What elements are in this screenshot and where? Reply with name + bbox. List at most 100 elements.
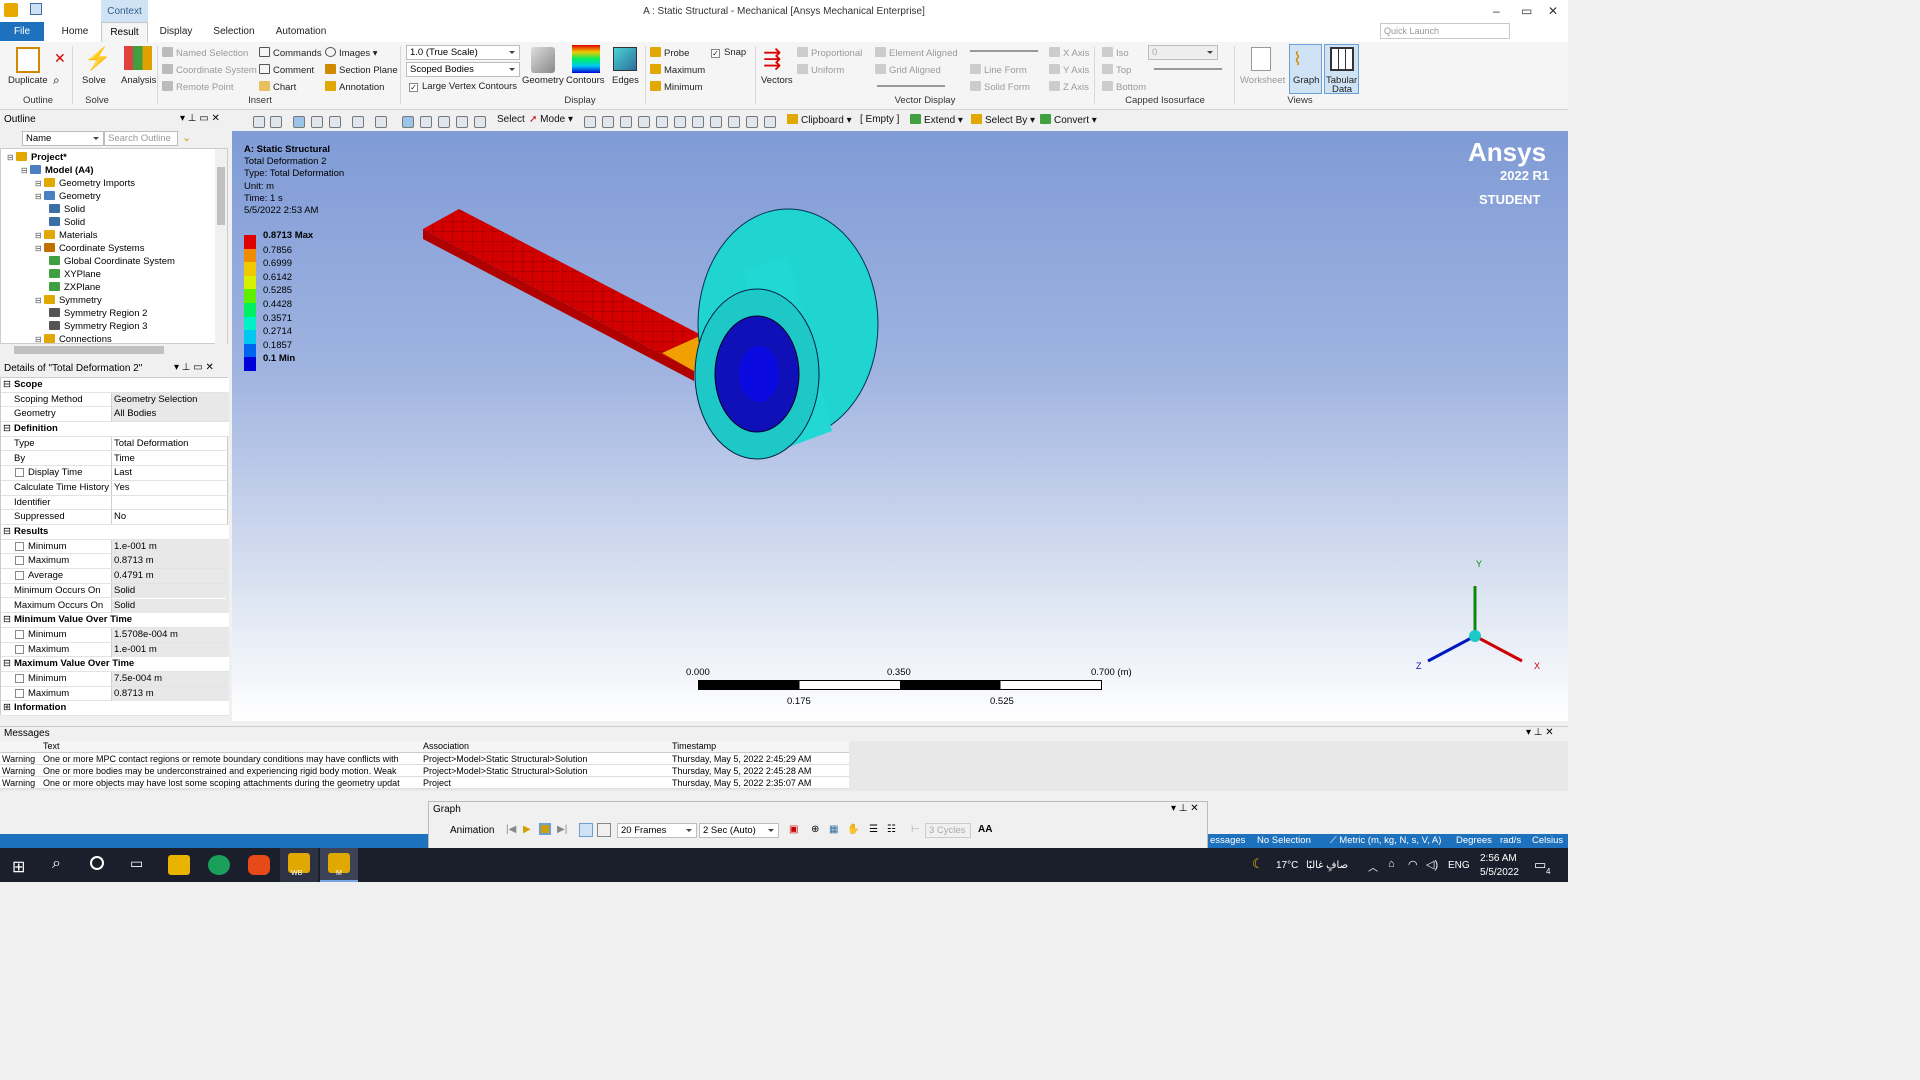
details-value[interactable]: Solid — [111, 598, 229, 613]
pin-icon[interactable]: ▾ ⊥ ✕ — [1526, 727, 1554, 738]
body-select-icon[interactable] — [293, 116, 305, 128]
quick-launch-input[interactable]: Quick Launch — [1380, 23, 1510, 39]
parameter-checkbox[interactable] — [15, 688, 24, 698]
duplicate-button[interactable]: Duplicate — [8, 75, 48, 86]
play-icon[interactable]: ▶ — [523, 824, 531, 835]
details-row[interactable]: Maximum 0.8713 m — [1, 554, 229, 570]
proportional-button[interactable]: Proportional — [797, 47, 862, 59]
tab-automation[interactable]: Automation — [270, 22, 332, 42]
antialias-toggle[interactable]: AA — [978, 824, 992, 835]
zoom-in-icon[interactable] — [270, 116, 282, 128]
details-value[interactable]: 0.4791 m — [111, 569, 229, 584]
details-row[interactable]: By Time — [1, 451, 229, 467]
isosurface-slider[interactable] — [1154, 68, 1222, 70]
tab-display[interactable]: Display — [155, 22, 197, 42]
expand-collapse-icon[interactable]: ⊟ — [3, 378, 11, 392]
contours-button[interactable]: Contours — [566, 75, 605, 86]
outline-tree-item[interactable]: ⊟ Geometry Imports — [35, 178, 135, 189]
distributed-frames-icon[interactable] — [579, 823, 593, 837]
details-row[interactable]: Type Total Deformation — [1, 436, 229, 452]
outline-tree-item[interactable]: ZXPlane — [49, 282, 100, 293]
details-section-header[interactable]: ⊟ Minimum Value Over Time — [1, 613, 229, 628]
cortana-icon[interactable] — [90, 856, 104, 870]
details-section-header[interactable]: ⊟ Results — [1, 525, 229, 540]
zoom-icon[interactable] — [420, 116, 432, 128]
pin-icon[interactable]: ▾ ⊥ ▭ ✕ — [180, 113, 220, 124]
edge-select-icon[interactable] — [329, 116, 341, 128]
uniform-button[interactable]: Uniform — [797, 64, 844, 76]
details-row[interactable]: Average 0.4791 m — [1, 569, 229, 584]
stop-icon[interactable] — [539, 823, 551, 835]
details-value[interactable]: All Bodies — [111, 407, 229, 422]
expand-collapse-icon[interactable]: ⊟ — [3, 613, 11, 627]
commands-button[interactable]: Commands — [259, 47, 322, 59]
status-degrees[interactable]: Degrees — [1456, 835, 1492, 846]
details-value[interactable]: Geometry Selection — [111, 392, 229, 407]
outline-tree-item[interactable]: ⊟ Project* — [7, 152, 67, 163]
outline-tree-item[interactable]: Solid — [49, 217, 85, 228]
maximum-button[interactable]: Maximum — [650, 64, 705, 76]
iso-button[interactable]: Iso — [1102, 47, 1129, 59]
frames-select[interactable]: 20 Frames — [617, 823, 697, 838]
outline-hscroll-thumb[interactable] — [14, 346, 164, 354]
pin-icon[interactable]: ▾ ⊥ ▭ ✕ — [174, 362, 214, 373]
vectors-button[interactable]: Vectors — [761, 75, 793, 86]
details-row[interactable]: Minimum 7.5e-004 m — [1, 672, 229, 687]
close-button[interactable]: ✕ — [1548, 4, 1558, 18]
zoom-graph-icon[interactable]: ⊕ — [811, 824, 819, 835]
weather-text[interactable]: صافٍ غالبًا — [1306, 860, 1348, 871]
brave-browser-icon[interactable] — [248, 855, 270, 875]
expand-collapse-icon[interactable]: ⊟ — [3, 525, 11, 539]
minimum-button[interactable]: Minimum — [650, 81, 703, 93]
details-row[interactable]: Minimum 1.5708e-004 m — [1, 627, 229, 643]
vector-length-slider[interactable] — [877, 85, 945, 87]
expand-collapse-icon[interactable]: ⊟ — [7, 153, 16, 162]
status-units[interactable]: ⟋ Metric (m, kg, N, s, V, A) — [1330, 835, 1441, 846]
message-row[interactable]: Warning One or more MPC contact regions o… — [0, 753, 849, 765]
select-tangent-icon[interactable] — [746, 116, 758, 128]
export-video-icon[interactable]: ▣ — [789, 824, 798, 835]
details-value[interactable]: Total Deformation — [111, 436, 229, 451]
outline-tree-item[interactable]: ⊟ Symmetry — [35, 295, 102, 306]
select-edges-icon[interactable] — [656, 116, 668, 128]
convert-menu[interactable]: Convert ▾ — [1040, 114, 1097, 126]
isosurface-value-input[interactable]: 0 — [1148, 45, 1218, 60]
magnifier-icon[interactable] — [474, 116, 486, 128]
snap-checkbox[interactable]: ✓ Snap — [711, 47, 746, 58]
select-mesh-icon[interactable] — [584, 116, 596, 128]
outline-tree-item[interactable]: Global Coordinate System — [49, 256, 175, 267]
filter-dropdown-icon[interactable]: ⌄ — [182, 131, 191, 144]
task-view-icon[interactable]: ▭ — [130, 855, 143, 872]
outline-search-input[interactable]: Search Outline — [104, 131, 178, 146]
expand-collapse-icon[interactable]: ⊟ — [35, 296, 44, 305]
top-button[interactable]: Top — [1102, 64, 1131, 76]
details-row[interactable]: Scoping Method Geometry Selection — [1, 392, 229, 408]
extend-menu[interactable]: Extend ▾ — [910, 114, 963, 126]
details-value[interactable]: 7.5e-004 m — [111, 672, 229, 686]
pan-graph-icon[interactable]: ✋ — [847, 824, 859, 835]
solid-form-button[interactable]: Solid Form — [970, 81, 1030, 93]
details-section-header[interactable]: ⊟ Maximum Value Over Time — [1, 657, 229, 672]
details-value[interactable]: 0.8713 m — [111, 686, 229, 701]
delete-icon[interactable]: ✕ — [54, 50, 66, 67]
worksheet-button[interactable]: Worksheet — [1240, 75, 1285, 86]
parameter-checkbox[interactable] — [15, 556, 24, 566]
named-selection-button[interactable]: Named Selection — [162, 47, 248, 59]
details-value[interactable]: 0.8713 m — [111, 554, 229, 569]
solve-button[interactable]: Solve — [82, 75, 106, 86]
remote-point-button[interactable]: Remote Point — [162, 81, 234, 93]
message-row[interactable]: Warning One or more bodies may be underco… — [0, 765, 849, 777]
next-frame-icon[interactable]: ▶| — [557, 824, 567, 835]
cycles-icon[interactable]: ⊢ — [911, 824, 920, 835]
details-row[interactable]: Suppressed No — [1, 510, 229, 525]
zoom-fit-icon[interactable] — [456, 116, 468, 128]
outline-tree-item[interactable]: Symmetry Region 2 — [49, 308, 147, 319]
details-value[interactable]: Time — [111, 451, 229, 466]
expand-collapse-icon[interactable]: ⊟ — [35, 244, 44, 253]
status-rads[interactable]: rad/s — [1500, 835, 1521, 846]
select-loop-icon[interactable] — [728, 116, 740, 128]
search-icon[interactable]: ⌕ — [52, 855, 61, 873]
wifi-icon[interactable]: ◠ — [1408, 858, 1418, 871]
details-value[interactable]: No — [111, 510, 229, 525]
details-row[interactable]: Display Time Last — [1, 466, 229, 481]
